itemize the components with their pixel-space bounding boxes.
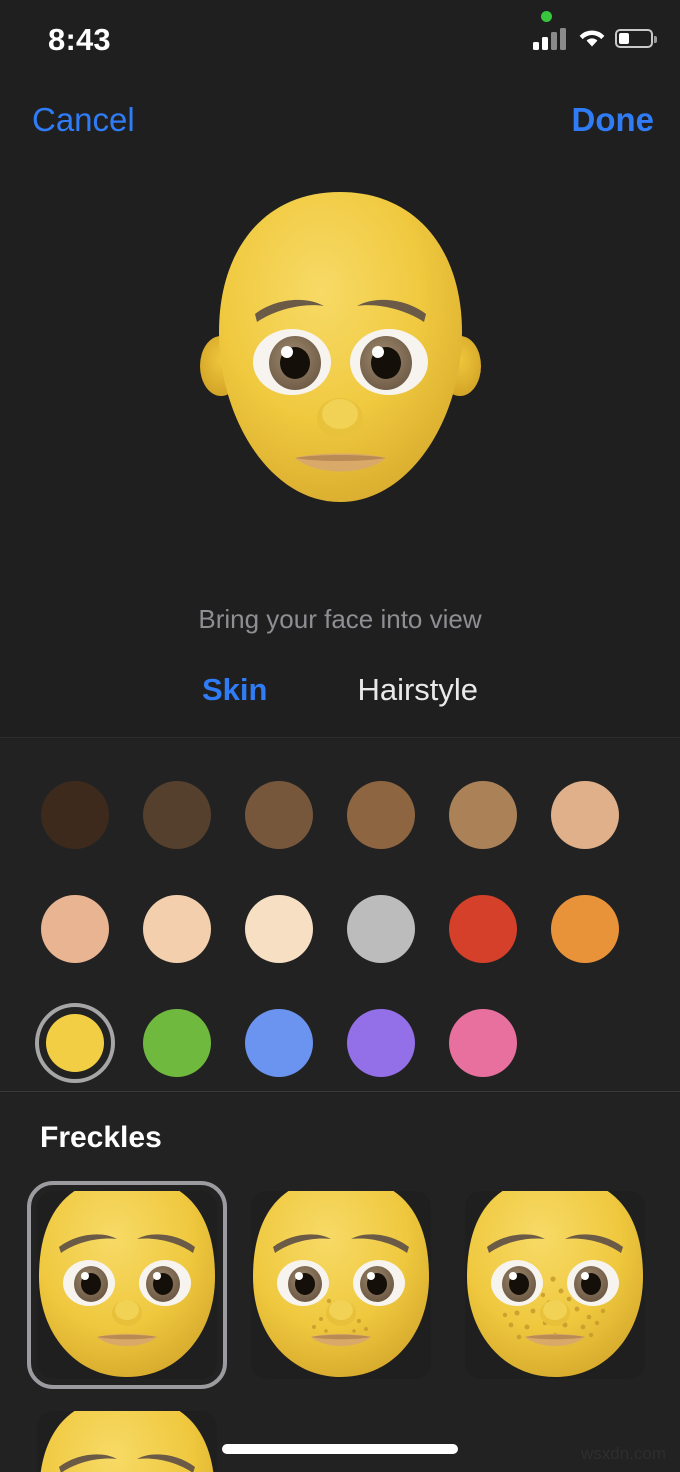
skin-swatch-orange[interactable] [545,889,625,969]
skin-swatch-color [347,895,415,963]
freckles-option-row-1 [27,1181,655,1389]
skin-swatch-deep-espresso[interactable] [35,775,115,855]
skin-swatch-red[interactable] [443,889,523,969]
freckles-option-freckles-none[interactable] [27,1181,227,1389]
freckles-option-thumbnail [465,1191,645,1379]
skin-swatch-color [245,1009,313,1077]
freckles-option-freckles-light[interactable] [241,1181,441,1389]
freckles-section: Freckles [0,1093,680,1472]
skin-swatch-green[interactable] [137,1003,217,1083]
cellular-signal-icon [533,28,567,50]
freckles-option-thumbnail [37,1191,217,1379]
skin-swatch-light-tan[interactable] [545,775,625,855]
freckles-option-thumbnail [37,1411,217,1472]
skin-swatch-color [41,781,109,849]
skin-swatch-brown[interactable] [341,775,421,855]
freckles-section-title: Freckles [40,1121,162,1154]
skin-swatch-color [551,895,619,963]
status-time: 8:43 [48,22,111,57]
skin-swatch-color [143,1009,211,1077]
cancel-button[interactable]: Cancel [32,92,135,148]
navigation-bar: Cancel Done [0,92,680,148]
skin-swatch-blue[interactable] [239,1003,319,1083]
skin-swatch-yellow[interactable] [35,1003,115,1083]
category-tab-bar: Skin Hairstyle [0,664,680,716]
skin-swatch-color [347,781,415,849]
skin-swatch-color [46,1014,104,1072]
skin-swatch-color [347,1009,415,1077]
freckles-option-row-2 [27,1401,227,1472]
done-button[interactable]: Done [572,92,655,148]
tab-hairstyle[interactable]: Hairstyle [357,672,478,708]
skin-color-panel [0,739,680,1092]
memoji-editor-screen: 8:43 Cancel Done Bring your face into vi… [0,0,680,1472]
memoji-preview-area: Bring your face into view Skin Hairstyle [0,148,680,738]
skin-swatch-tan-brown[interactable] [443,775,523,855]
skin-swatch-color [245,781,313,849]
freckles-option-freckles-medium[interactable] [455,1181,655,1389]
skin-swatch-pink[interactable] [443,1003,523,1083]
wifi-icon [579,30,605,47]
skin-swatch-medium-brown[interactable] [239,775,319,855]
skin-swatch-color [449,781,517,849]
skin-swatch-light-peach[interactable] [137,889,217,969]
battery-icon [615,29,657,48]
skin-swatch-color [551,781,619,849]
watermark: wsxdn.com [580,1444,666,1463]
memoji-avatar-preview [200,192,481,502]
skin-swatch-pale-cream[interactable] [239,889,319,969]
skin-swatch-color [143,895,211,963]
skin-swatch-peach-tan[interactable] [35,889,115,969]
tab-skin[interactable]: Skin [202,672,267,708]
battery-fill [619,33,630,44]
skin-swatch-color [449,895,517,963]
skin-swatch-gray[interactable] [341,889,421,969]
face-tracking-hint: Bring your face into view [198,604,482,634]
skin-swatch-dark-brown[interactable] [137,775,217,855]
skin-swatch-color [245,895,313,963]
skin-swatch-color [143,781,211,849]
skin-swatch-color [449,1009,517,1077]
status-bar: 8:43 [0,0,680,78]
skin-swatch-color [41,895,109,963]
home-indicator[interactable] [222,1444,458,1454]
freckles-option-freckles-heavy[interactable] [27,1401,227,1472]
skin-color-grid [35,775,647,1083]
freckles-option-thumbnail [251,1191,431,1379]
privacy-indicator-dot [541,11,552,22]
skin-swatch-purple[interactable] [341,1003,421,1083]
